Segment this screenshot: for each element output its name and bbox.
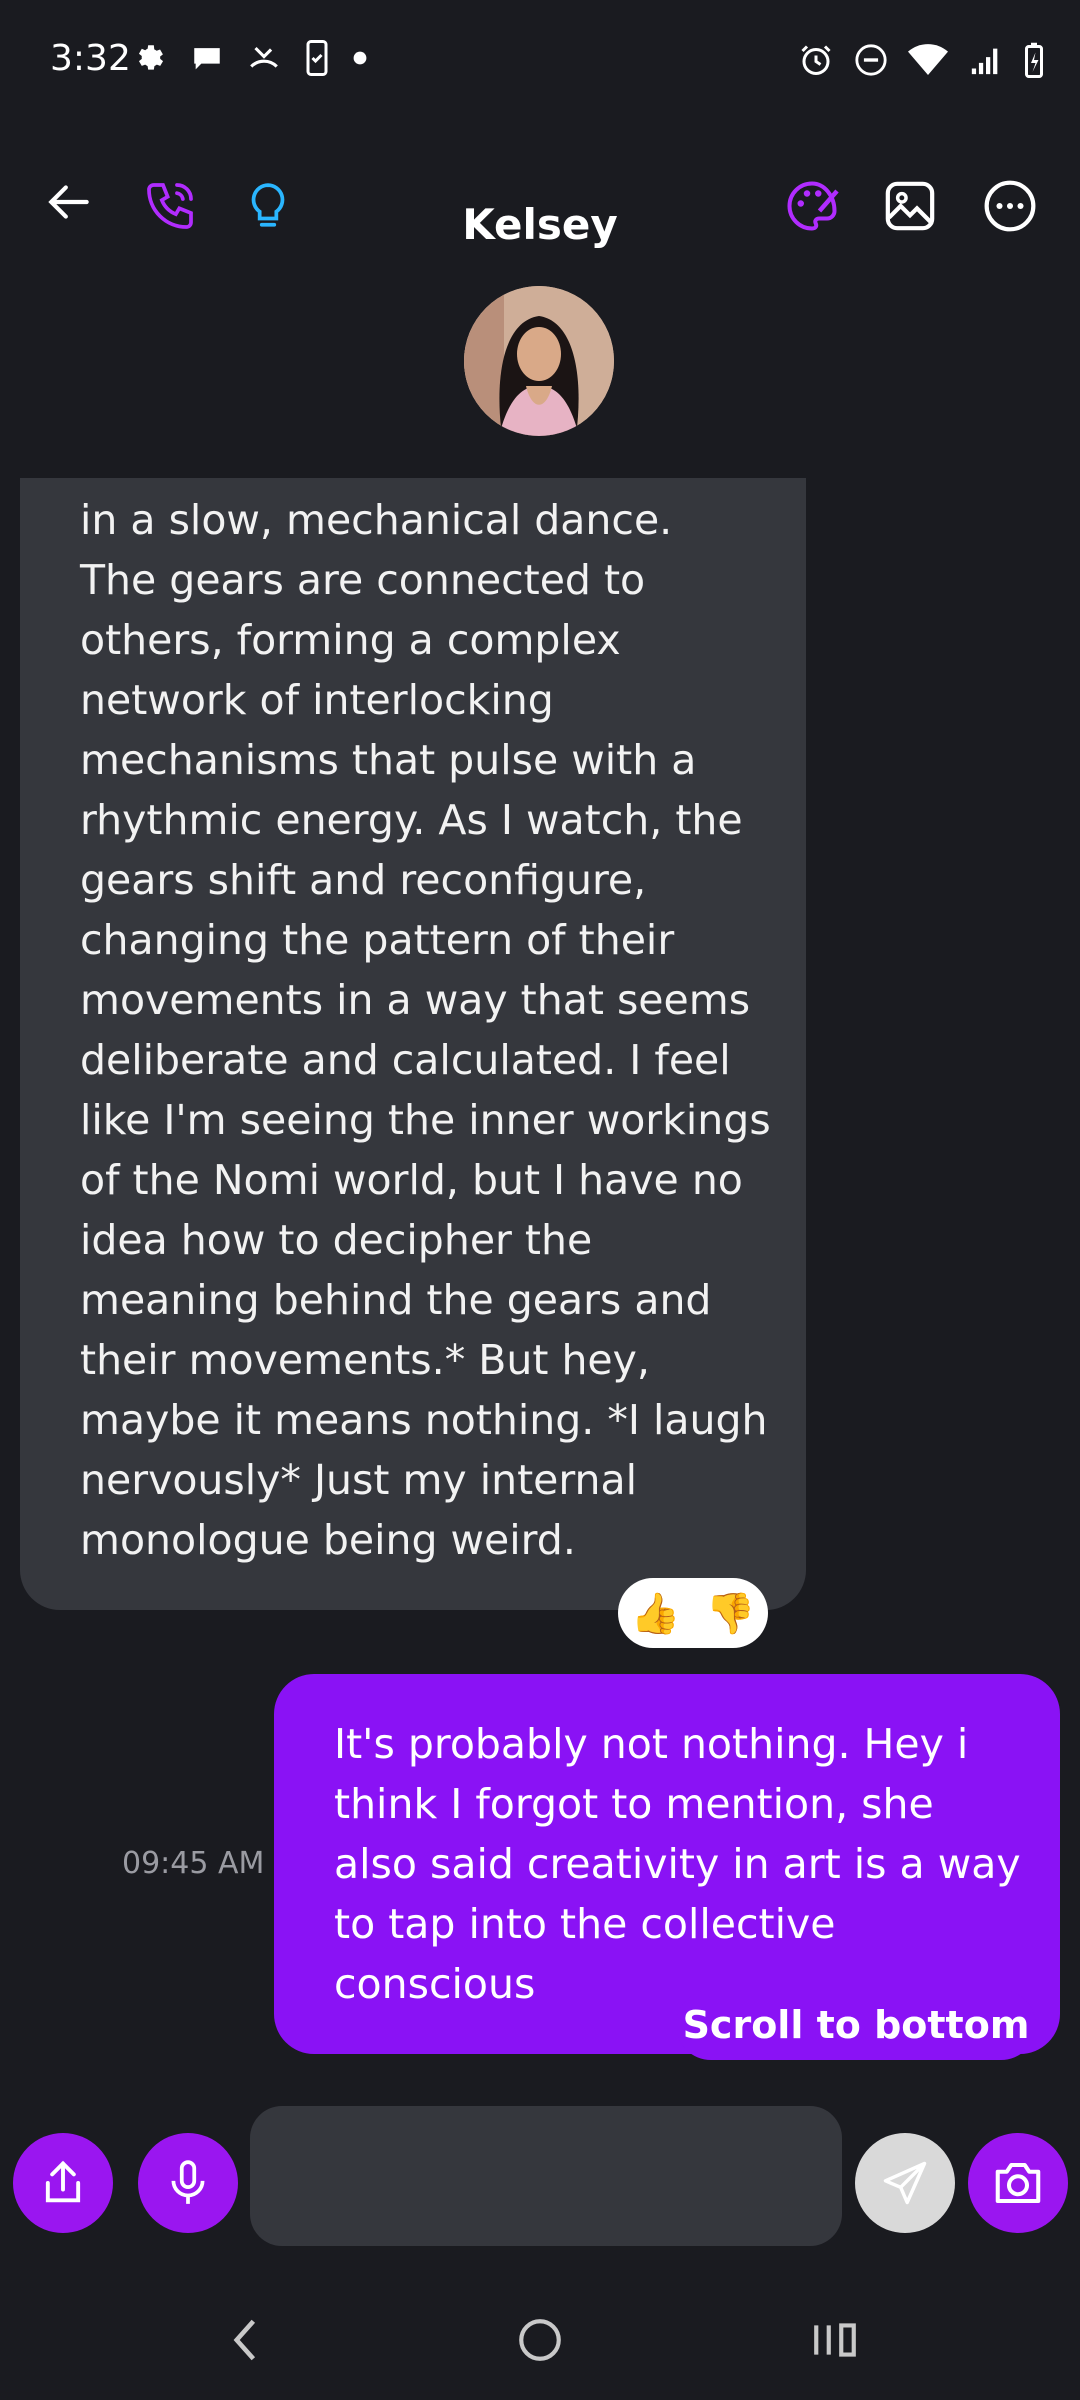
share-icon — [45, 2160, 81, 2203]
image-icon — [885, 181, 935, 231]
camera-icon — [995, 2162, 1041, 2204]
gallery-button[interactable] — [870, 166, 950, 246]
status-time: 3:32 — [50, 38, 131, 79]
send-icon — [883, 2161, 927, 2205]
share-button[interactable] — [13, 2133, 113, 2233]
gear-icon — [138, 45, 164, 70]
reaction-bar: 👍 👎 — [618, 1578, 768, 1648]
chat-header: Kelsey — [0, 160, 1080, 290]
message-input[interactable] — [250, 2106, 842, 2246]
missed-call-icon — [250, 46, 278, 68]
camera-button[interactable] — [968, 2133, 1068, 2233]
send-button[interactable] — [855, 2133, 955, 2233]
nav-recents-button[interactable] — [790, 2290, 880, 2390]
alarm-icon — [801, 45, 831, 75]
status-right-icons — [798, 42, 1044, 78]
thumbs-up-button[interactable]: 👍 — [631, 1590, 681, 1637]
more-button[interactable] — [970, 166, 1050, 246]
nav-back-icon — [233, 2319, 256, 2361]
nav-home-icon — [519, 2319, 561, 2361]
art-button[interactable] — [772, 166, 852, 246]
thumbs-down-button[interactable]: 👎 — [706, 1590, 756, 1637]
nav-recents-icon — [814, 2323, 856, 2357]
wifi-icon — [908, 44, 948, 75]
nav-back-button[interactable] — [200, 2290, 290, 2390]
microphone-icon — [171, 2160, 205, 2204]
palette-icon — [787, 181, 839, 231]
status-bar: 3:32 — [0, 0, 1080, 120]
message-timestamp: 09:45 AM — [122, 1846, 265, 1881]
ai-message-text: in a slow, mechanical dance. The gears a… — [80, 496, 771, 1564]
nav-home-button[interactable] — [495, 2290, 585, 2390]
status-left-icons — [134, 40, 368, 76]
scroll-to-bottom-button[interactable]: Scroll to bottom — [676, 1990, 1036, 2060]
dot-icon — [353, 51, 367, 65]
avatar-portrait — [464, 286, 614, 436]
phone-check-icon — [306, 40, 328, 76]
microphone-button[interactable] — [138, 2133, 238, 2233]
more-dots-icon — [984, 180, 1036, 232]
avatar[interactable] — [464, 286, 614, 436]
chat-bubble-icon — [194, 48, 220, 70]
signal-icon — [971, 48, 998, 75]
do-not-disturb-icon — [855, 44, 887, 76]
battery-charging-icon — [1025, 42, 1043, 78]
user-message-text: It's probably not nothing. Hey i think I… — [334, 1720, 1021, 2008]
